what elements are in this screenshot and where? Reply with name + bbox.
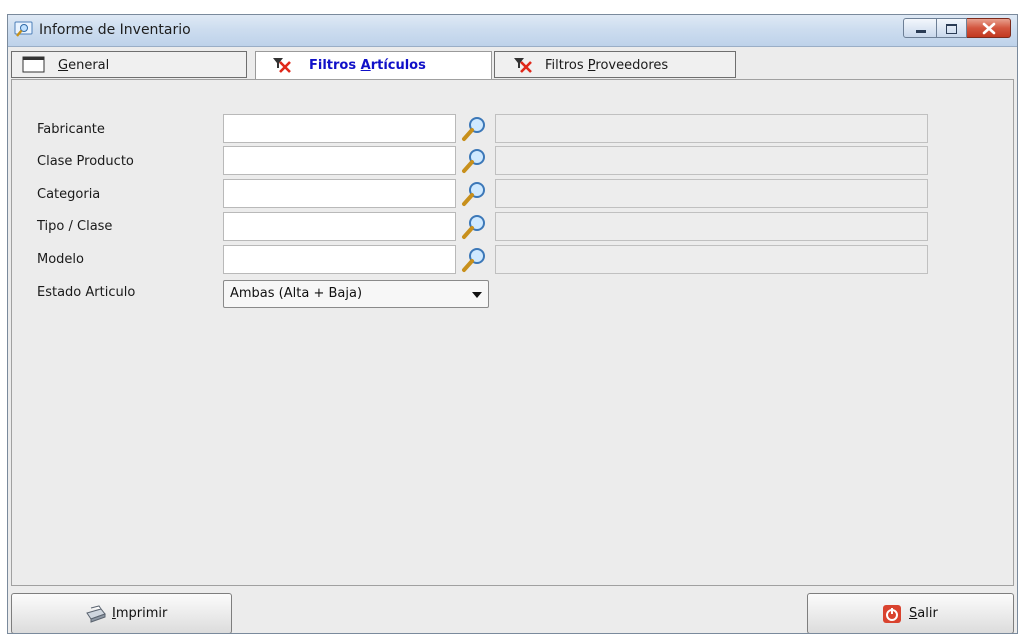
bottom-bar: Imprimir Salir: [8, 586, 1017, 633]
tab-filtros-articulos[interactable]: Filtros Artículos: [255, 51, 492, 80]
filter-remove-icon: [514, 58, 532, 73]
tab-filtros-proveedores-label: Filtros Proveedores: [545, 58, 669, 73]
search-icon: [462, 149, 485, 173]
search-icon: [462, 248, 485, 272]
tipo-clase-field[interactable]: [223, 212, 456, 241]
modelo-field[interactable]: [223, 245, 456, 274]
fabricante-search-button[interactable]: [459, 115, 489, 143]
exit-button[interactable]: Salir: [807, 593, 1014, 633]
fabricante-field[interactable]: [223, 114, 456, 143]
modelo-description: [495, 245, 928, 274]
search-icon: [462, 182, 485, 206]
chevron-down-icon: [472, 292, 482, 298]
close-button[interactable]: [967, 18, 1011, 38]
window-title: Informe de Inventario: [39, 22, 191, 38]
clase-producto-search-button[interactable]: [459, 147, 489, 175]
maximize-icon: [946, 24, 957, 34]
modelo-label: Modelo: [37, 252, 84, 267]
tab-strip: General Filtros Artículos Filtros Provee…: [11, 51, 1016, 80]
fabricante-label: Fabricante: [37, 122, 105, 137]
search-icon: [462, 117, 485, 141]
exit-button-label: Salir: [909, 606, 938, 621]
tab-general-label: General: [58, 58, 110, 73]
app-magnifier-icon: [14, 21, 34, 39]
minimize-icon: [916, 30, 926, 33]
print-button-label: Imprimir: [112, 606, 168, 621]
tab-filtros-articulos-label: Filtros Artículos: [309, 58, 426, 73]
title-bar[interactable]: Informe de Inventario: [8, 15, 1017, 47]
report-window: Informe de Inventario General Filtros Ar…: [7, 14, 1018, 634]
search-icon: [462, 215, 485, 239]
power-icon: [883, 605, 901, 623]
tab-general[interactable]: General: [11, 51, 247, 78]
minimize-button[interactable]: [903, 18, 937, 38]
close-icon: [982, 22, 996, 35]
tipo-clase-label: Tipo / Clase: [37, 219, 113, 234]
filter-remove-icon: [273, 58, 291, 73]
clase-producto-field[interactable]: [223, 146, 456, 175]
estado-articulo-value: Ambas (Alta + Baja): [230, 286, 363, 301]
clase-producto-label: Clase Producto: [37, 154, 134, 169]
clase-producto-description: [495, 146, 928, 175]
tipo-clase-search-button[interactable]: [459, 213, 489, 241]
tab-filtros-proveedores[interactable]: Filtros Proveedores: [494, 51, 736, 78]
window-icon: [22, 56, 45, 73]
categoria-search-button[interactable]: [459, 180, 489, 208]
modelo-search-button[interactable]: [459, 246, 489, 274]
fabricante-description: [495, 114, 928, 143]
window-controls: [903, 18, 1011, 40]
estado-articulo-label: Estado Articulo: [37, 285, 136, 300]
tipo-clase-description: [495, 212, 928, 241]
categoria-field[interactable]: [223, 179, 456, 208]
print-button[interactable]: Imprimir: [11, 593, 232, 633]
categoria-description: [495, 179, 928, 208]
estado-articulo-select[interactable]: Ambas (Alta + Baja): [223, 280, 489, 308]
maximize-button[interactable]: [937, 18, 967, 38]
filters-panel: Fabricante Clase Producto Categoria Tipo…: [11, 79, 1014, 586]
categoria-label: Categoria: [37, 187, 101, 202]
printer-icon: [86, 605, 106, 623]
